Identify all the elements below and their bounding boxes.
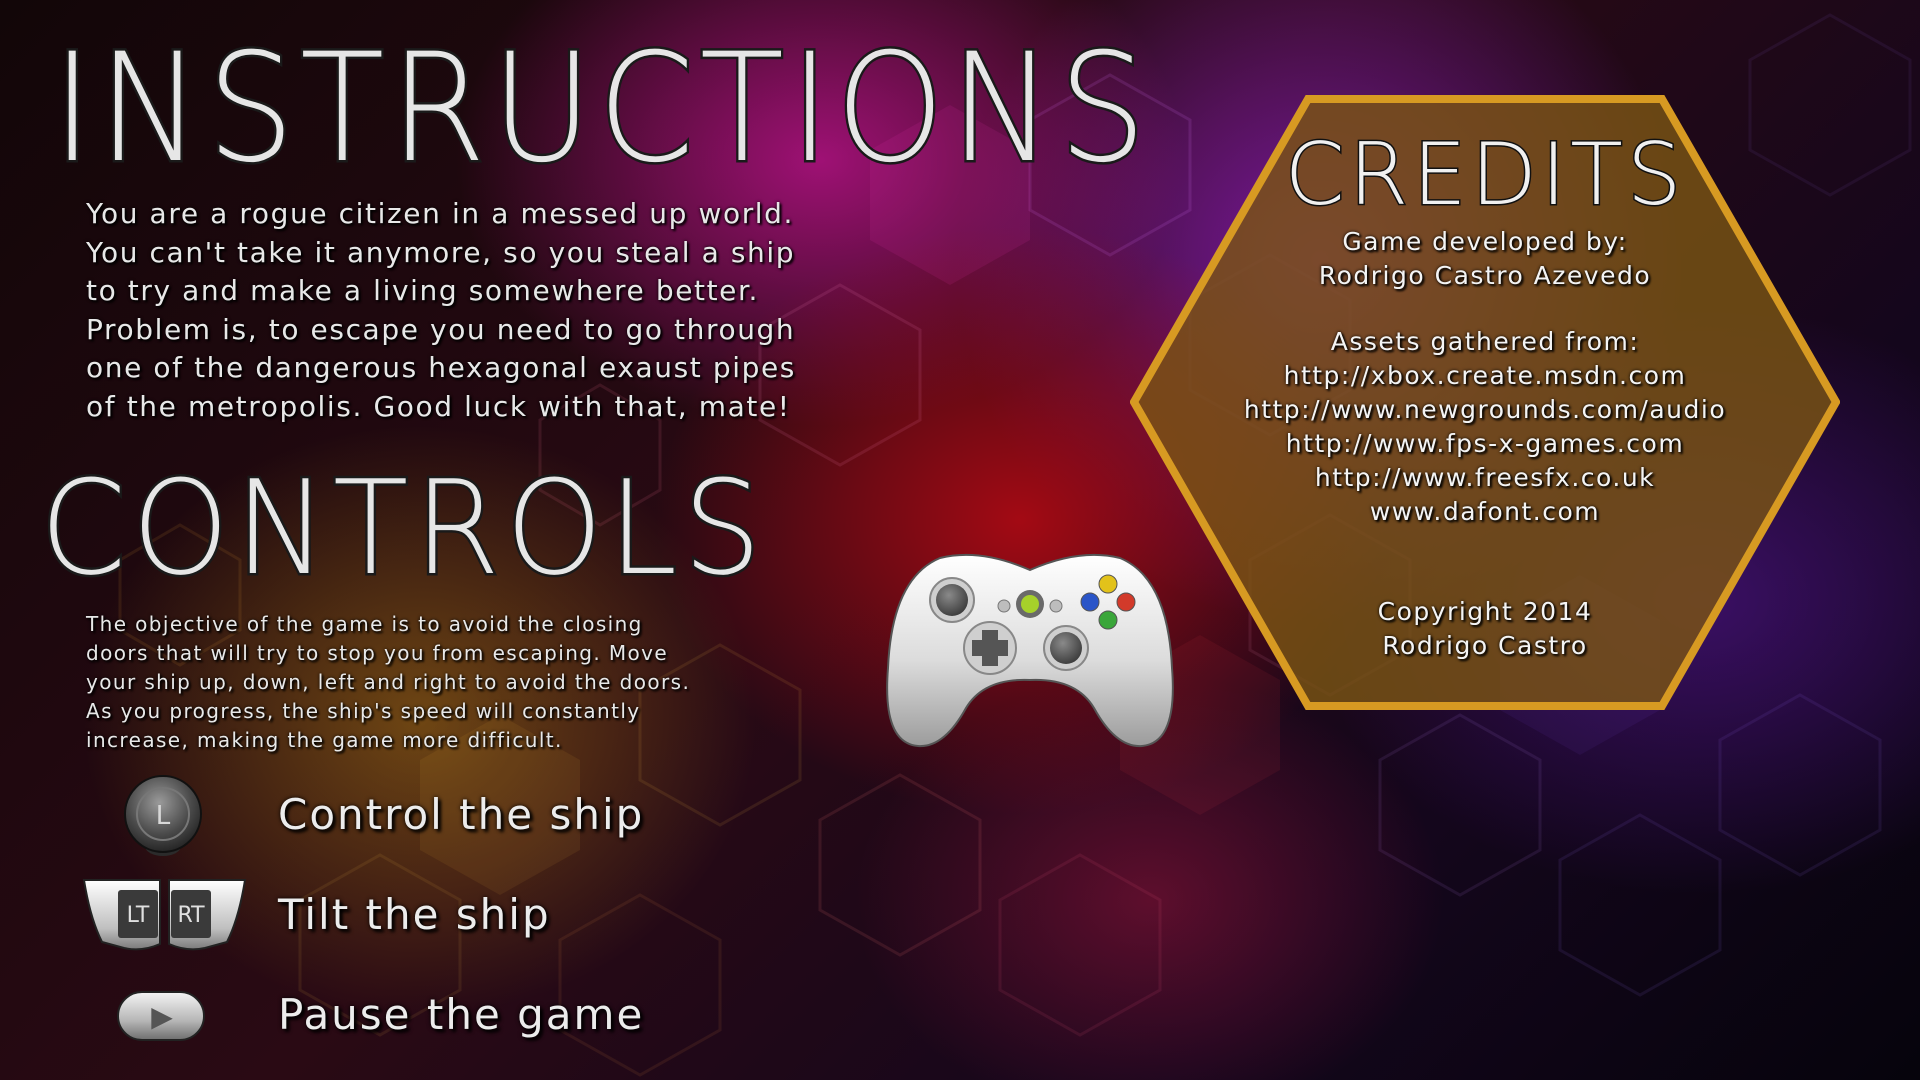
control-label-move: Control the ship <box>278 790 645 839</box>
trigger-buttons-icon: LT RT <box>82 879 247 951</box>
control-row-tilt: LT RT Tilt the ship <box>70 870 830 970</box>
controls-title: Controls <box>38 450 768 607</box>
control-label-pause: Pause the game <box>278 990 645 1039</box>
instructions-screen: Instructions You are a rogue citizen in … <box>0 0 1920 1080</box>
asset-source: www.dafont.com <box>1369 497 1601 526</box>
control-row-pause: ▶ Pause the game <box>70 970 830 1070</box>
asset-source: http://www.fps-x-games.com <box>1285 429 1685 458</box>
credits-title: Credits <box>1283 124 1686 227</box>
rt-label: RT <box>177 903 205 928</box>
developed-by-label: Game developed by: <box>1342 227 1628 256</box>
start-button-icon: ▶ <box>117 991 205 1041</box>
left-stick-icon: L <box>124 775 202 856</box>
copyright-text: Copyright 2014 <box>1377 597 1593 626</box>
credits-panel: Credits Game developed by: Rodrigo Castr… <box>1130 95 1840 710</box>
control-row-move: L Control the ship <box>70 770 830 870</box>
story-text: You are a rogue citizen in a messed up w… <box>86 197 796 423</box>
developer-name: Rodrigo Castro Azevedo <box>1318 261 1652 290</box>
copyright-holder: Rodrigo Castro <box>1382 631 1588 660</box>
play-glyph: ▶ <box>151 1000 173 1033</box>
control-label-tilt: Tilt the ship <box>278 890 551 939</box>
objective-text: The objective of the game is to avoid th… <box>86 612 691 752</box>
left-stick-letter: L <box>156 801 171 831</box>
asset-source: http://www.newgrounds.com/audio <box>1243 395 1727 424</box>
assets-label: Assets gathered from: <box>1330 327 1640 356</box>
instructions-title: Instructions <box>50 20 1152 199</box>
asset-source: http://www.freesfx.co.uk <box>1314 463 1656 492</box>
lt-label: LT <box>127 903 150 928</box>
asset-source: http://xbox.create.msdn.com <box>1283 361 1687 390</box>
